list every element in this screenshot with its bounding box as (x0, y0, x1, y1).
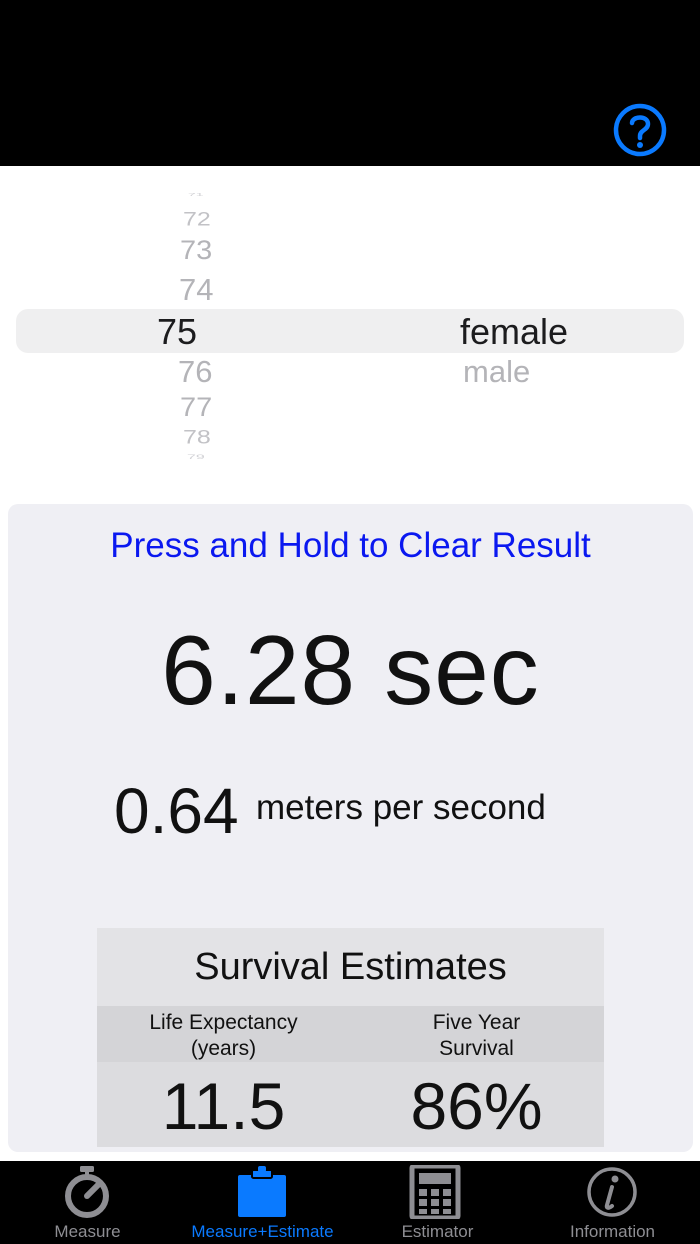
age-option[interactable]: 76 (178, 356, 212, 387)
top-bar (0, 0, 700, 166)
age-option[interactable]: 71 (188, 192, 204, 197)
tab-information[interactable]: Information (545, 1161, 680, 1244)
tab-estimator-label: Estimator (401, 1222, 474, 1241)
five-year-survival-value: 86% (410, 1069, 543, 1143)
survival-header-row: Life Expectancy (years) Five Year Surviv… (97, 1006, 604, 1062)
age-option[interactable]: 77 (180, 395, 212, 422)
tab-measure-estimate[interactable]: Measure+Estimate (180, 1161, 345, 1244)
help-button[interactable] (613, 103, 667, 157)
picker-selection-highlight (16, 309, 684, 353)
life-expectancy-header-line2: (years) (190, 1037, 257, 1060)
sex-option[interactable]: male (463, 356, 530, 387)
tab-measure-label: Measure (54, 1222, 121, 1241)
life-expectancy-header: Life Expectancy (years) (97, 1010, 350, 1062)
stopwatch-icon (65, 1166, 109, 1218)
five-year-survival-header-line1: Five Year (432, 1011, 521, 1034)
question-circle-icon (613, 103, 667, 157)
sex-selected[interactable]: female (460, 314, 568, 350)
tab-estimator[interactable]: Estimator (375, 1161, 500, 1244)
tab-measure[interactable]: Measure (25, 1161, 150, 1244)
life-expectancy-header-line1: Life Expectancy (149, 1011, 298, 1034)
age-option[interactable]: 78 (183, 428, 211, 448)
survival-title-row: Survival Estimates (97, 928, 604, 1006)
age-option[interactable]: 72 (183, 210, 211, 230)
survival-title: Survival Estimates (194, 946, 507, 988)
age-option[interactable]: 73 (180, 238, 212, 265)
tab-measure-estimate-label: Measure+Estimate (191, 1222, 334, 1241)
clear-result-hint: Press and Hold to Clear Result (110, 526, 591, 565)
gait-speed-value: 0.64 (114, 775, 239, 847)
tab-information-label: Information (569, 1222, 656, 1241)
clipboard-icon (238, 1166, 286, 1217)
survival-estimates-table: Survival Estimates Life Expectancy (year… (97, 928, 604, 1147)
tab-bar: Measure Measure+Estimate Estimator Infor… (0, 1161, 700, 1244)
age-option[interactable]: 79 (187, 454, 205, 460)
gait-speed-unit: meters per second (256, 788, 546, 827)
result-card[interactable]: Press and Hold to Clear Result 6.28 sec … (8, 504, 693, 1152)
info-icon (587, 1167, 637, 1217)
age-option[interactable]: 74 (179, 274, 213, 305)
five-year-survival-header-line2: Survival (439, 1037, 514, 1060)
five-year-survival-header: Five Year Survival (350, 1010, 603, 1062)
age-selected[interactable]: 75 (157, 314, 197, 350)
age-sex-picker[interactable]: 71 72 73 74 75 76 77 78 79 female male (0, 166, 700, 504)
walk-time-value: 6.28 sec (161, 615, 540, 725)
calculator-icon (409, 1165, 461, 1219)
life-expectancy-value: 11.5 (161, 1069, 286, 1143)
